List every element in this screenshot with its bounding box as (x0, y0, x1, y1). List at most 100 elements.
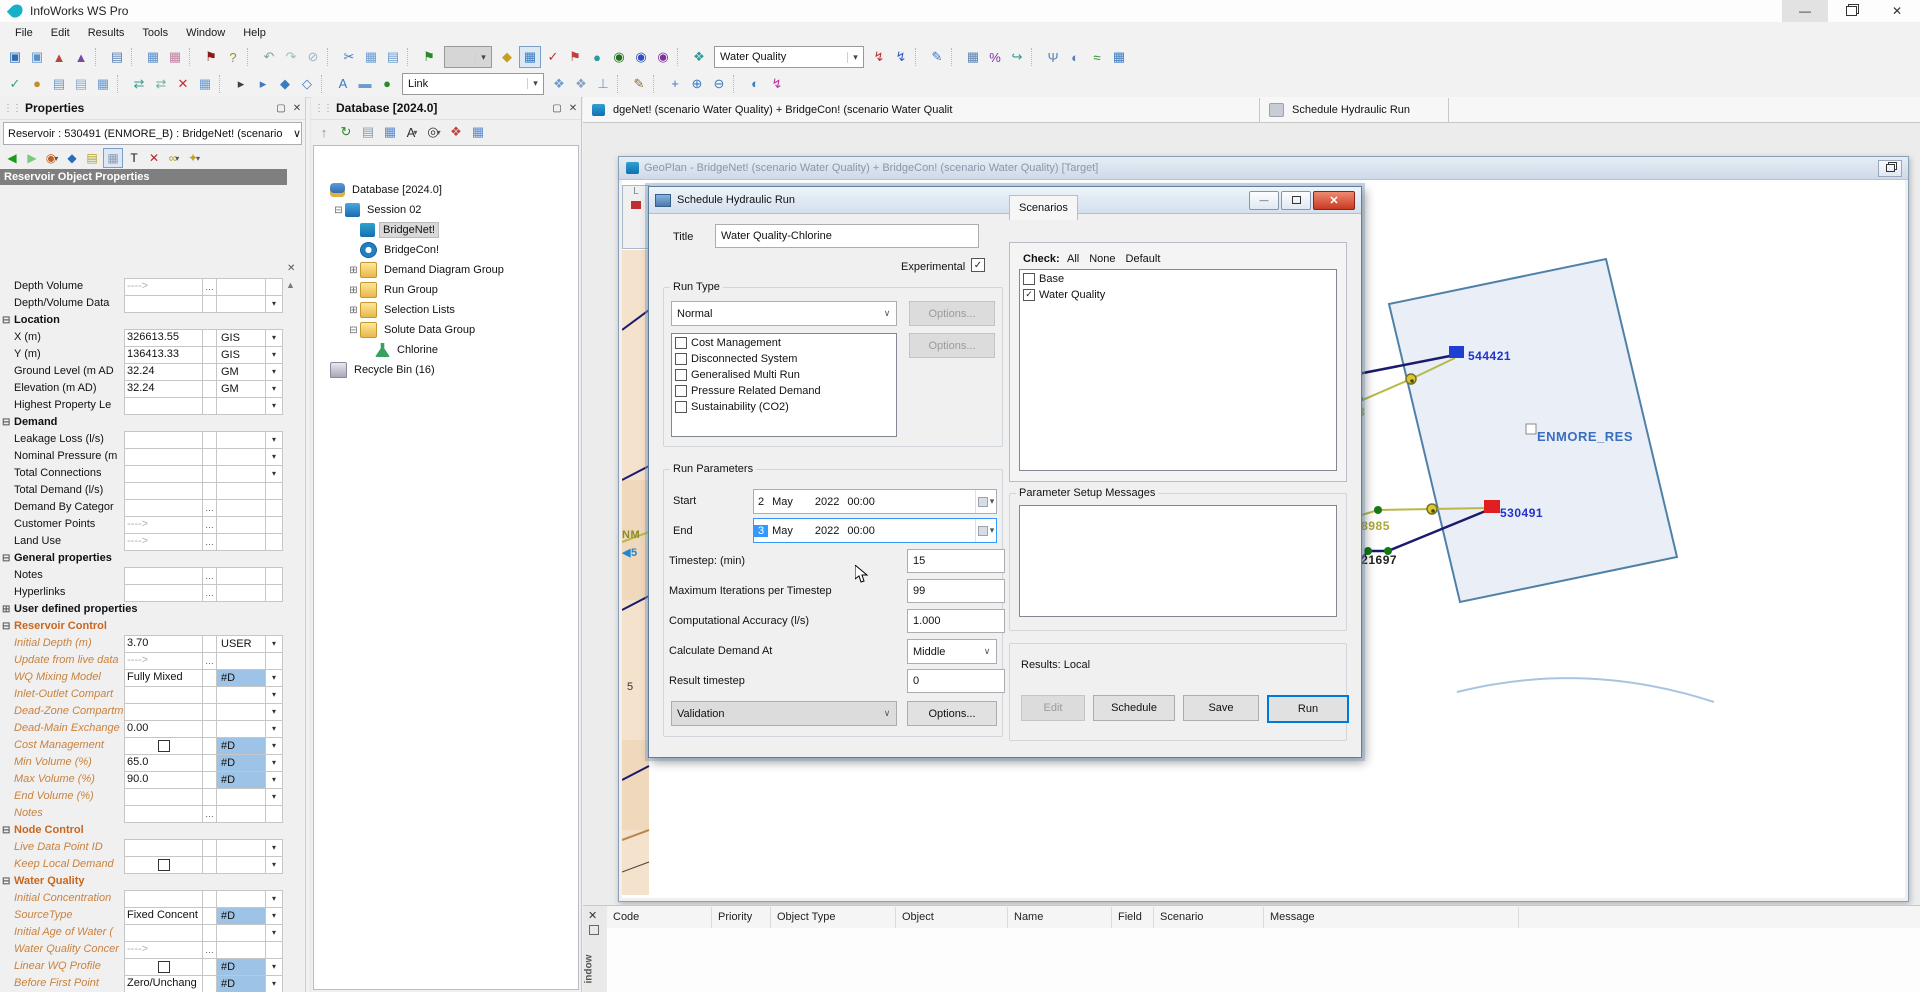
run-type-option[interactable]: Cost Management (675, 335, 896, 350)
property-row[interactable]: ⊟ Water Quality (0, 873, 283, 890)
folder-icon[interactable]: ▦ (103, 148, 123, 168)
prev-object-icon[interactable]: ◀ (3, 149, 21, 167)
property-row[interactable]: Depth Volume ----> … ▾ (0, 278, 283, 295)
max-iterations-input[interactable]: 99 (907, 579, 1005, 603)
property-flag-cell[interactable]: #D (217, 975, 266, 992)
property-value-cell[interactable]: Fully Mixed (124, 669, 203, 687)
run-type-list[interactable]: Cost Management Disconnected System Gene… (671, 333, 897, 437)
menu-item[interactable]: Window (177, 24, 234, 42)
group-expander-icon[interactable]: ⊟ (2, 414, 13, 431)
property-row[interactable]: Notes … ▾ (0, 805, 283, 822)
check-link[interactable]: All (1067, 253, 1079, 265)
up-icon[interactable]: ↑ (314, 122, 334, 142)
zoom-in-icon[interactable]: ⊕ (687, 74, 707, 94)
tree-item[interactable]: ⊞ Selection Lists (314, 300, 578, 320)
property-row[interactable]: Total Demand (l/s) ▾ (0, 482, 283, 499)
nodes-blue-icon[interactable]: ◉ (631, 47, 651, 67)
output-column-header[interactable]: Object (896, 907, 1008, 928)
property-flag-cell[interactable]: #D (217, 737, 266, 755)
property-dropdown-icon[interactable]: ▾ (266, 295, 283, 313)
output-column-header[interactable]: Scenario (1154, 907, 1264, 928)
property-value-cell[interactable] (124, 465, 203, 483)
property-value-cell[interactable]: 32.24 (124, 380, 203, 398)
property-checkbox[interactable] (158, 859, 170, 871)
print-icon[interactable]: ▤ (107, 47, 127, 67)
property-flag-cell[interactable] (217, 499, 266, 517)
property-ellipsis-cell[interactable] (203, 754, 217, 772)
property-checkbox[interactable] (158, 961, 170, 973)
property-flag-cell[interactable] (217, 278, 266, 296)
special-options-button[interactable]: Options... (909, 333, 995, 358)
property-dropdown-icon[interactable]: ▾ (266, 720, 283, 738)
property-value-cell[interactable]: 90.0 (124, 771, 203, 789)
find-icon[interactable]: ◎▾ (424, 122, 444, 142)
nodes-green-icon[interactable]: ◉ (609, 47, 629, 67)
tree-item[interactable]: ⊟ Session 02 (314, 200, 578, 220)
dialog-button[interactable]: Run (1267, 695, 1349, 723)
property-value-cell[interactable] (124, 499, 203, 517)
property-ellipsis-cell[interactable]: … (203, 533, 217, 551)
scenario-item[interactable]: Base (1023, 271, 1336, 286)
property-value-cell[interactable] (124, 788, 203, 806)
menu-item[interactable]: Edit (42, 24, 79, 42)
property-dropdown-icon[interactable]: ▾ (266, 754, 283, 772)
close-output-icon[interactable]: ✕ (588, 909, 597, 922)
key-icon[interactable]: ✦▾ (185, 149, 203, 167)
property-value-cell[interactable] (124, 890, 203, 908)
property-dropdown-icon[interactable]: ▾ (266, 669, 283, 687)
property-ellipsis-cell[interactable] (203, 907, 217, 925)
run-type-option[interactable]: Pressure Related Demand (675, 383, 896, 398)
property-row[interactable]: ⊟ General properties (0, 550, 283, 567)
validation-select[interactable]: Validation∨ (671, 701, 897, 726)
property-row[interactable]: ⊟ Demand (0, 414, 283, 431)
dialog-button[interactable]: Edit (1021, 695, 1085, 721)
output-column-header[interactable]: Object Type (771, 907, 896, 928)
dialog-tab[interactable]: Scenarios (1009, 195, 1078, 220)
pin-icon[interactable]: ◆ (497, 47, 517, 67)
property-dropdown-icon[interactable]: ▾ (266, 346, 283, 364)
property-flag-cell[interactable]: #D (217, 907, 266, 925)
property-row[interactable]: Initial Depth (m) 3.70 USER ▾ (0, 635, 283, 652)
property-dropdown-icon[interactable]: ▾ (266, 635, 283, 653)
group-expander-icon[interactable]: ⊟ (2, 618, 13, 635)
property-row[interactable]: Dead-Zone Compartm ▾ (0, 703, 283, 720)
property-flag-cell[interactable] (217, 890, 266, 908)
close-button[interactable]: ✕ (1874, 0, 1920, 22)
redo-icon[interactable]: ↷ (281, 47, 301, 67)
property-flag-cell[interactable]: #D (217, 754, 266, 772)
property-value-cell[interactable]: Zero/Unchang (124, 975, 203, 992)
menu-item[interactable]: Tools (133, 24, 177, 42)
property-ellipsis-cell[interactable] (203, 346, 217, 364)
property-ellipsis-cell[interactable] (203, 448, 217, 466)
flow-icon[interactable]: ↯ (767, 74, 787, 94)
menu-item[interactable]: Results (79, 24, 134, 42)
flag-icon[interactable]: ⚑ (419, 47, 439, 67)
open-icon[interactable]: ▣ (27, 47, 47, 67)
geoplan-restore-button[interactable] (1878, 160, 1902, 177)
delete-icon[interactable]: ✕ (145, 149, 163, 167)
property-dropdown-icon[interactable]: ▾ (266, 584, 283, 602)
net-join-icon[interactable]: ❖ (549, 74, 569, 94)
property-row[interactable]: Ground Level (m AD 32.24 GM ▾ (0, 363, 283, 380)
property-dropdown-icon[interactable]: ▾ (266, 771, 283, 789)
float-button[interactable]: ▢ (273, 103, 289, 114)
scenario-list[interactable]: Base ✓ Water Quality (1019, 269, 1337, 471)
property-flag-cell[interactable] (217, 533, 266, 551)
option-checkbox[interactable] (675, 369, 687, 381)
property-flag-cell[interactable]: #D (217, 958, 266, 976)
tree-icon[interactable]: ❖ (446, 122, 466, 142)
property-ellipsis-cell[interactable]: … (203, 278, 217, 296)
property-dropdown-icon[interactable]: ▾ (266, 448, 283, 466)
object-selector-combo[interactable]: Reservoir : 530491 (ENMORE_B) : BridgeNe… (3, 122, 302, 145)
tree-item[interactable]: ⊟ Solute Data Group (314, 320, 578, 340)
net-tee-icon[interactable]: ⊥ (593, 74, 613, 94)
property-value-cell[interactable]: 3.70 (124, 635, 203, 653)
group-expander-icon[interactable]: ⊟ (2, 550, 13, 567)
property-ellipsis-cell[interactable] (203, 380, 217, 398)
property-flag-cell[interactable] (217, 516, 266, 534)
close-panel-button[interactable]: ✕ (565, 103, 581, 114)
property-ellipsis-cell[interactable] (203, 737, 217, 755)
property-dropdown-icon[interactable]: ▾ (266, 924, 283, 942)
select-icon[interactable]: ▸ (231, 74, 251, 94)
property-ellipsis-cell[interactable]: … (203, 805, 217, 823)
